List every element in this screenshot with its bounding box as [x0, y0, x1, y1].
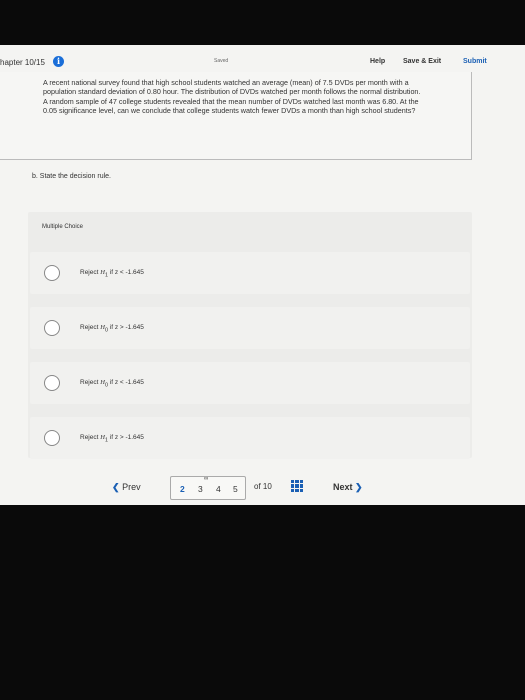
radio-button[interactable]: [44, 375, 60, 391]
bottom-dark-area: [0, 505, 525, 700]
choice-label: Reject H1 if z > -1.645: [80, 434, 144, 444]
radio-button[interactable]: [44, 430, 60, 446]
page-number[interactable]: 2: [180, 484, 185, 494]
chapter-label: hapter 10/15: [0, 58, 45, 67]
choice-option-1[interactable]: Reject H1 if z < -1.645: [30, 252, 470, 294]
multiple-choice-label: Multiple Choice: [42, 224, 84, 230]
chevron-left-icon: ❮: [112, 482, 120, 492]
part-b-prompt: b. State the decision rule.: [32, 173, 111, 180]
multiple-choice-panel: Multiple Choice Reject H1 if z < -1.645 …: [28, 212, 472, 459]
radio-button[interactable]: [44, 265, 60, 281]
question-navigation: ❮ Prev ∞ 2 3 4 5 of 10 Next ❯: [0, 470, 525, 504]
help-button[interactable]: Help: [370, 58, 385, 65]
submit-button[interactable]: Submit: [463, 58, 487, 65]
prev-button[interactable]: ❮ Prev: [112, 482, 141, 493]
page-number[interactable]: 3: [198, 484, 203, 494]
question-box: A recent national survey found that high…: [0, 72, 472, 160]
info-icon[interactable]: i: [53, 56, 64, 67]
page-total: of 10: [254, 482, 272, 491]
save-exit-button[interactable]: Save & Exit: [403, 58, 441, 65]
page-selector: ∞ 2 3 4 5: [170, 476, 246, 500]
next-button[interactable]: Next ❯: [333, 482, 363, 493]
question-text: A recent national survey found that high…: [43, 78, 421, 116]
link-icon: ∞: [204, 476, 209, 482]
next-label: Next: [333, 482, 353, 492]
page-number[interactable]: 4: [216, 484, 221, 494]
chevron-right-icon: ❯: [355, 482, 363, 492]
choice-label: Reject H0 if z < -1.645: [80, 379, 144, 389]
grid-icon[interactable]: [291, 480, 303, 492]
header-bar: hapter 10/15 i Saved Help Save & Exit Su…: [0, 52, 525, 74]
saved-status: Saved: [214, 58, 229, 64]
choice-option-4[interactable]: Reject H1 if z > -1.645: [30, 417, 470, 459]
choice-label: Reject H0 if z > -1.645: [80, 324, 144, 334]
choice-option-3[interactable]: Reject H0 if z < -1.645: [30, 362, 470, 404]
choice-option-2[interactable]: Reject H0 if z > -1.645: [30, 307, 470, 349]
page-number[interactable]: 5: [233, 484, 238, 494]
top-dark-area: [0, 0, 525, 45]
prev-label: Prev: [122, 482, 141, 492]
radio-button[interactable]: [44, 320, 60, 336]
choice-label: Reject H1 if z < -1.645: [80, 269, 144, 279]
